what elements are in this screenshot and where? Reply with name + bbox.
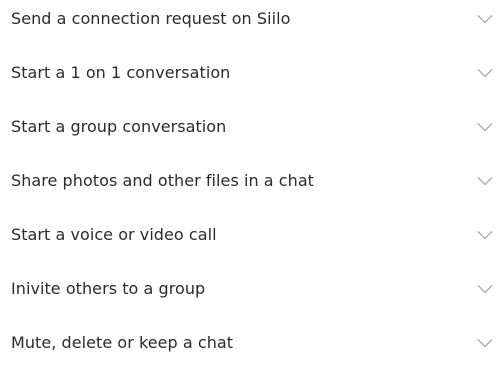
faq-item-label: Start a voice or video call bbox=[11, 225, 217, 244]
faq-item-label: Start a group conversation bbox=[11, 117, 227, 136]
chevron-down-icon[interactable] bbox=[477, 230, 493, 240]
chevron-down-icon[interactable] bbox=[477, 284, 493, 294]
faq-item-share-files[interactable]: Share photos and other files in a chat bbox=[0, 166, 498, 196]
chevron-down-icon[interactable] bbox=[477, 338, 493, 348]
faq-item-mute-delete-keep-chat[interactable]: Mute, delete or keep a chat bbox=[0, 328, 498, 358]
faq-item-one-on-one-conversation[interactable]: Start a 1 on 1 conversation bbox=[0, 58, 498, 88]
faq-item-invite-to-group[interactable]: Inivite others to a group bbox=[0, 274, 498, 304]
faq-item-label: Inivite others to a group bbox=[11, 279, 206, 298]
chevron-down-icon[interactable] bbox=[477, 122, 493, 132]
faq-item-group-conversation[interactable]: Start a group conversation bbox=[0, 112, 498, 142]
faq-item-label: Share photos and other files in a chat bbox=[11, 171, 314, 190]
faq-item-voice-video-call[interactable]: Start a voice or video call bbox=[0, 220, 498, 250]
faq-item-connection-request[interactable]: Send a connection request on Siilo bbox=[0, 4, 498, 34]
chevron-down-icon[interactable] bbox=[477, 14, 493, 24]
faq-item-label: Start a 1 on 1 conversation bbox=[11, 63, 231, 82]
faq-item-label: Send a connection request on Siilo bbox=[11, 9, 291, 28]
faq-list: Send a connection request on Siilo Start… bbox=[0, 0, 498, 367]
chevron-down-icon[interactable] bbox=[477, 68, 493, 78]
faq-item-label: Mute, delete or keep a chat bbox=[11, 333, 234, 352]
chevron-down-icon[interactable] bbox=[477, 176, 493, 186]
